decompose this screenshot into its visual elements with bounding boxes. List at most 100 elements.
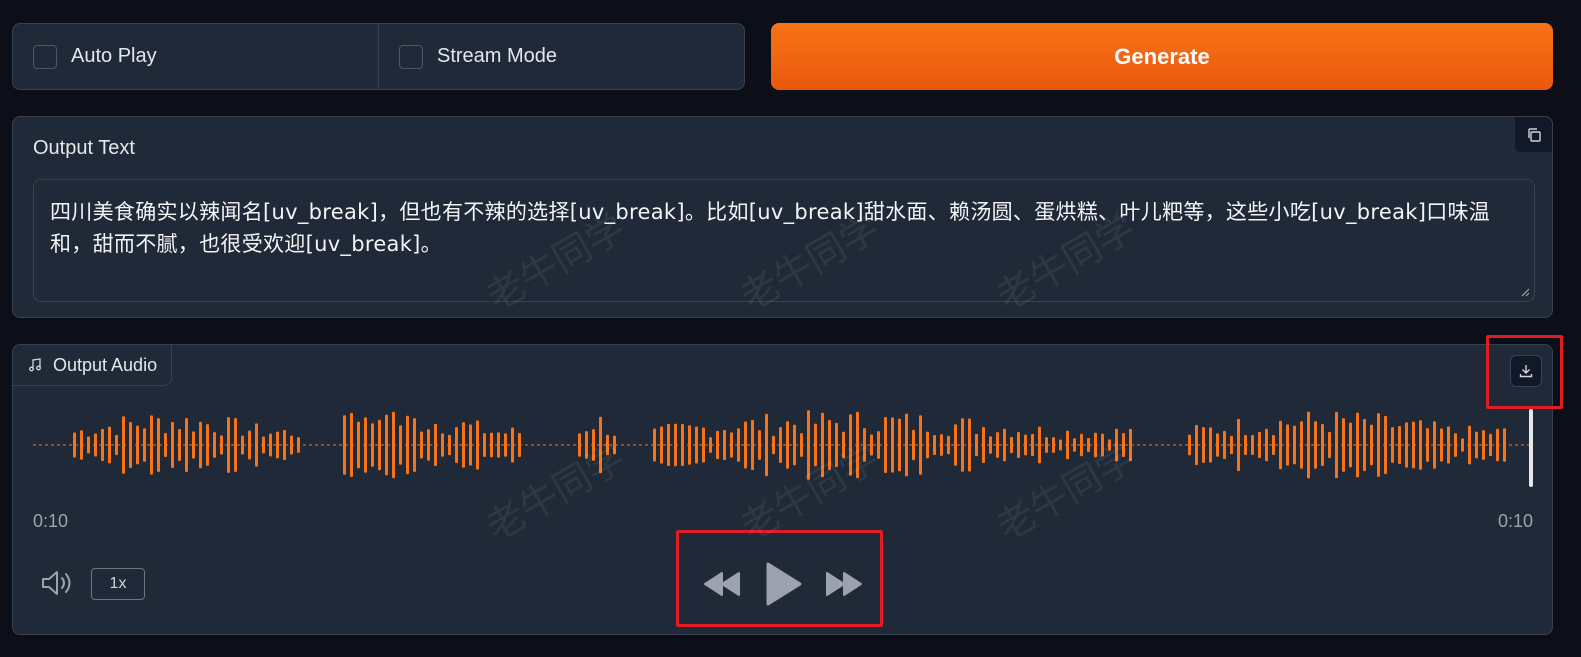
waveform-bar — [87, 436, 90, 454]
waveform-bar — [702, 427, 705, 463]
volume-button[interactable] — [41, 569, 77, 602]
waveform-bar — [585, 431, 588, 459]
waveform-bar — [1321, 424, 1324, 466]
waveform-bar — [1129, 428, 1132, 462]
waveform-bar — [1209, 427, 1212, 463]
playback-rate-button[interactable]: 1x — [91, 568, 145, 600]
waveform-bar — [511, 427, 514, 463]
fast-forward-button[interactable] — [825, 570, 863, 603]
waveform-bar — [290, 435, 293, 455]
waveform-bar — [1258, 431, 1261, 459]
waveform-bar — [884, 416, 887, 474]
play-button[interactable] — [765, 561, 803, 612]
waveform-bar — [283, 429, 286, 461]
waveform-bar — [772, 435, 775, 455]
download-button[interactable] — [1510, 355, 1542, 387]
waveform-bar — [1265, 428, 1268, 462]
waveform-bar — [1251, 434, 1254, 456]
waveform-bar — [399, 425, 402, 465]
waveform-bar — [933, 434, 936, 456]
play-icon — [766, 562, 802, 606]
waveform-bar — [108, 426, 111, 464]
rewind-icon — [704, 572, 740, 596]
waveform-bar — [954, 424, 957, 466]
waveform-bar — [1503, 428, 1506, 462]
copy-button[interactable] — [1515, 117, 1552, 152]
stream-mode-label: Stream Mode — [437, 45, 558, 67]
waveform-bar — [1349, 422, 1352, 468]
waveform-bar — [723, 429, 726, 461]
waveform-bar — [1216, 433, 1219, 457]
waveform-bar — [758, 430, 761, 460]
waveform-bar — [751, 419, 754, 471]
waveform[interactable] — [33, 400, 1538, 490]
waveform-bar — [695, 426, 698, 464]
waveform-bar — [1419, 420, 1422, 470]
auto-play-checkbox-box[interactable] — [33, 44, 57, 69]
waveform-bar — [730, 432, 733, 458]
waveform-bar — [1244, 434, 1247, 456]
waveform-bar — [606, 434, 609, 456]
waveform-bar — [1286, 424, 1289, 466]
waveform-bar — [968, 418, 971, 472]
waveform-bar — [136, 425, 139, 465]
waveform-bar — [185, 417, 188, 473]
output-audio-block: Output Audio 0:10 0:10 1x — [12, 335, 1563, 635]
waveform-bar — [497, 432, 500, 458]
waveform-bar — [898, 418, 901, 472]
options-group: Auto Play Stream Mode — [12, 23, 745, 90]
waveform-bar — [1101, 433, 1104, 457]
waveform-bar — [1489, 433, 1492, 457]
waveform-bar — [814, 423, 817, 467]
playhead[interactable] — [1529, 409, 1533, 487]
output-textarea[interactable]: 四川美食确实以辣闻名[uv_break]，但也有不辣的选择[uv_break]。… — [33, 179, 1535, 302]
waveform-bar — [1405, 422, 1408, 468]
waveform-bar — [115, 434, 118, 456]
stream-mode-checkbox-box[interactable] — [399, 44, 423, 69]
auto-play-checkbox[interactable]: Auto Play — [13, 24, 378, 89]
waveform-bar — [150, 415, 153, 475]
waveform-bar — [101, 428, 104, 462]
volume-icon — [42, 571, 71, 595]
waveform-bar — [1356, 412, 1359, 478]
current-time: 0:10 — [33, 511, 69, 531]
waveform-bar — [863, 428, 866, 462]
waveform-bar — [1045, 437, 1048, 453]
waveform-bar — [1038, 426, 1041, 464]
waveform-bar — [1433, 421, 1436, 469]
waveform-bar — [1307, 411, 1310, 479]
waveform-bar — [1024, 434, 1027, 456]
output-text-block: Output Text 四川美食确实以辣闻名[uv_break]，但也有不辣的选… — [12, 116, 1553, 318]
fast-forward-icon — [826, 572, 862, 596]
waveform-bar — [1230, 435, 1233, 455]
waveform-bar — [276, 431, 279, 459]
waveform-bar — [192, 431, 195, 459]
stream-mode-checkbox[interactable]: Stream Mode — [378, 24, 744, 89]
waveform-bar — [406, 415, 409, 475]
waveform-bar — [441, 433, 444, 457]
waveform-bar — [1300, 421, 1303, 469]
waveform-bar — [919, 415, 922, 475]
waveform-bar — [220, 435, 223, 455]
waveform-bar — [912, 429, 915, 461]
waveform-bar — [709, 437, 712, 453]
rewind-button[interactable] — [703, 570, 741, 603]
waveform-bar — [262, 436, 265, 454]
waveform-bar — [371, 423, 374, 467]
waveform-bar — [1010, 436, 1013, 454]
waveform-bar — [1454, 433, 1457, 457]
waveform-bar — [483, 433, 486, 457]
waveform-bar — [807, 410, 810, 480]
waveform-bar — [1115, 428, 1118, 462]
waveform-bar — [1482, 430, 1485, 460]
waveform-bar — [171, 422, 174, 468]
waveform-bar — [653, 428, 656, 462]
waveform-bar — [578, 433, 581, 457]
output-text-label: Output Text — [33, 137, 135, 159]
waveform-bar — [674, 423, 677, 467]
waveform-bar — [143, 428, 146, 462]
generate-button[interactable]: Generate — [771, 23, 1553, 90]
waveform-bar — [199, 421, 202, 469]
resize-handle-icon[interactable] — [1520, 287, 1530, 297]
waveform-bar — [420, 431, 423, 459]
